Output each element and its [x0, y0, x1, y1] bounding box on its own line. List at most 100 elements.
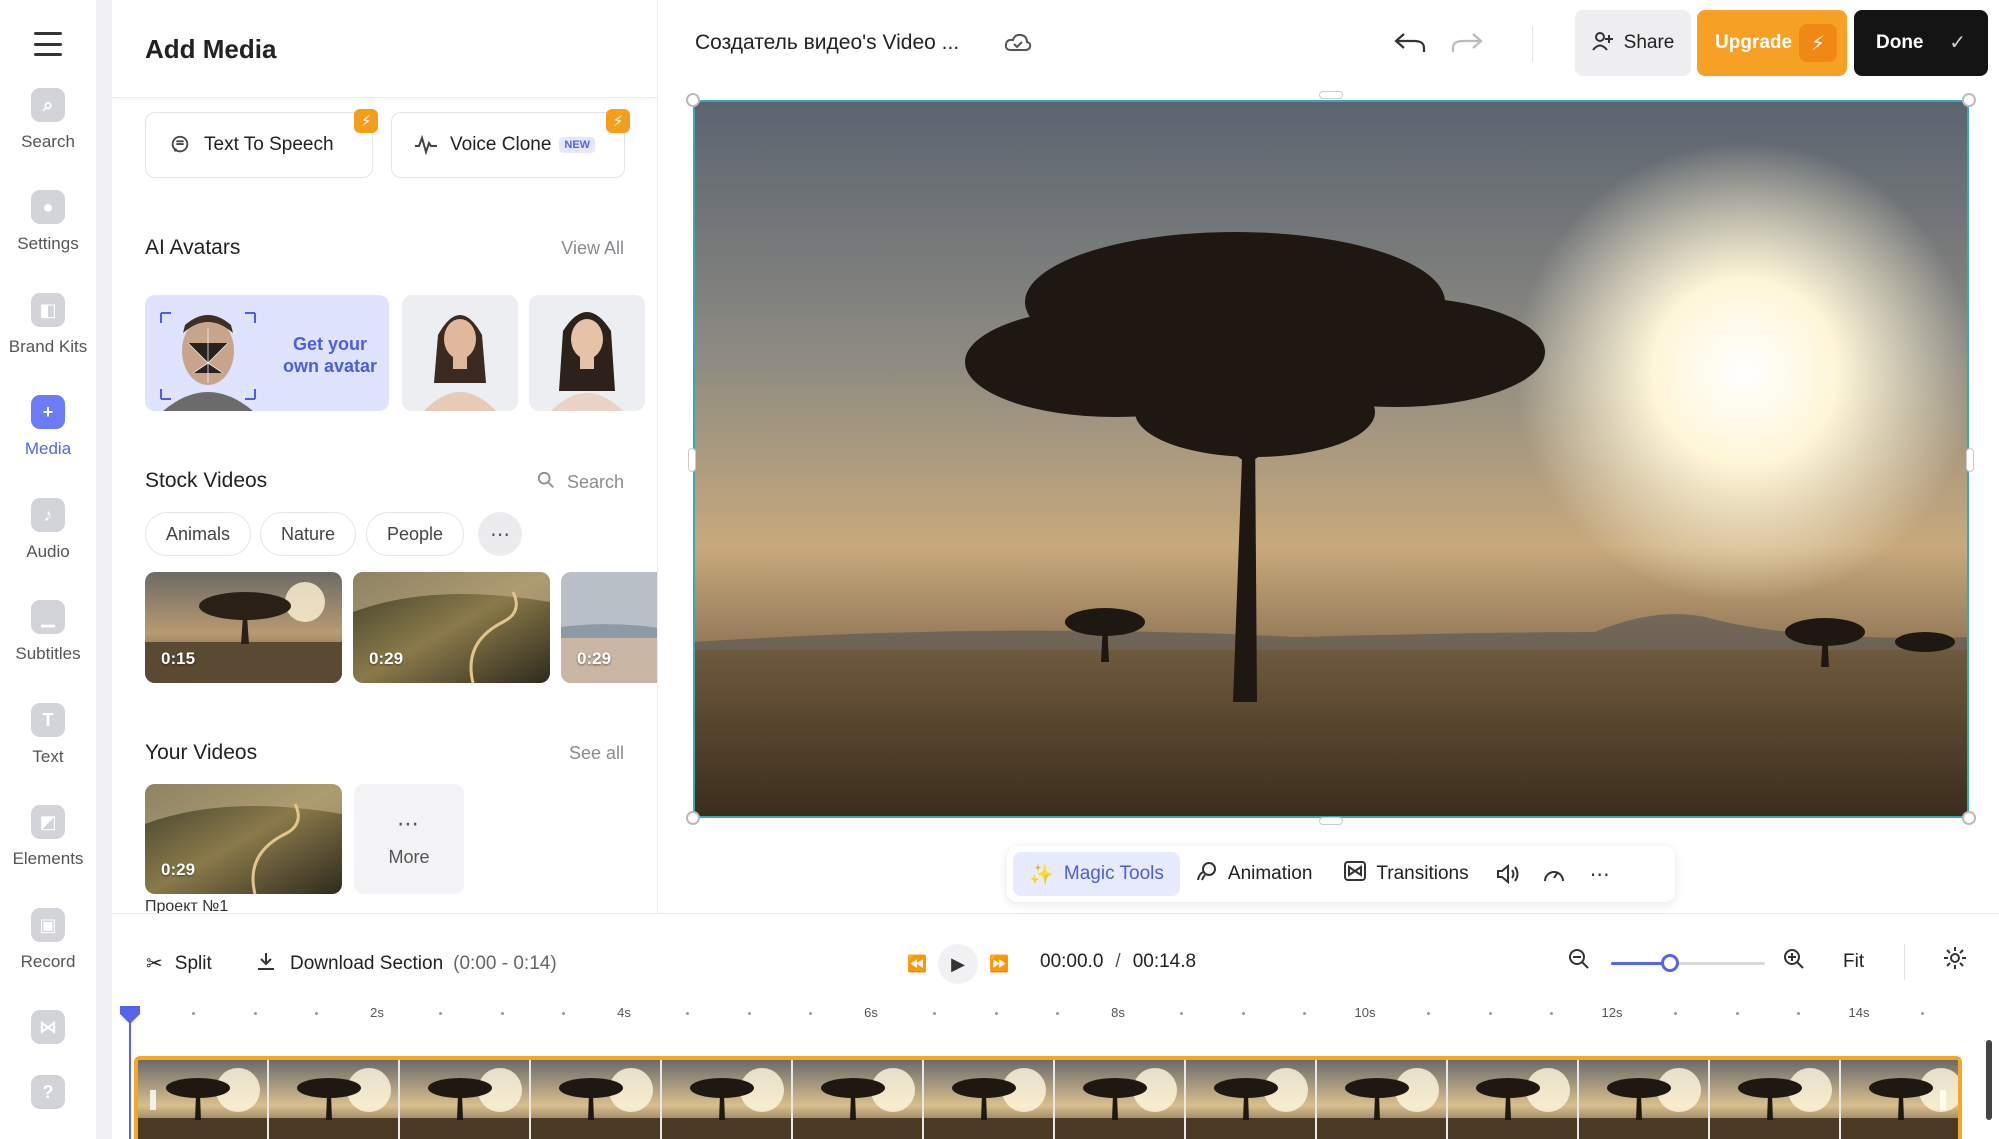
project-title[interactable]: Создатель видео's Video ...: [695, 31, 959, 55]
rail-item-search[interactable]: ⌕ Search: [0, 88, 96, 178]
resize-handle-top[interactable]: [1319, 91, 1343, 99]
resize-handle-right[interactable]: [1966, 448, 1974, 472]
zoom-slider[interactable]: [1611, 954, 1765, 972]
ruler-tick-label: 2s: [370, 1005, 384, 1020]
thumb-duration: 0:15: [161, 649, 196, 668]
stock-video-thumb-2[interactable]: 0:29: [353, 572, 550, 683]
zoom-out-icon[interactable]: [1568, 948, 1590, 976]
your-videos-see-all-link[interactable]: See all: [569, 743, 624, 764]
record-icon: ▣: [31, 908, 65, 942]
subtitles-icon: ▁: [31, 600, 65, 634]
rail-item-label: Elements: [12, 849, 84, 868]
stock-video-thumb-1[interactable]: 0:15: [145, 572, 342, 683]
filter-chip-nature[interactable]: Nature: [260, 512, 357, 556]
animation-button[interactable]: Animation: [1180, 852, 1329, 896]
avatar-card-2[interactable]: [529, 295, 645, 411]
fast-forward-icon[interactable]: ⏩: [984, 946, 1014, 982]
ruler-tick-label: 4s: [617, 1005, 631, 1020]
resize-handle-bottom[interactable]: [1319, 817, 1343, 825]
left-rail: ⌕ Search ● Settings ◧ Brand Kits + Media ♪ Audio ▁…: [0, 0, 96, 1139]
thumb-duration: 0:29: [161, 860, 196, 879]
more-filters-icon[interactable]: ⋯: [478, 512, 522, 556]
vertical-scrollbar[interactable]: [1986, 1040, 1992, 1120]
video-track-clip[interactable]: [134, 1056, 1962, 1139]
video-preview-canvas[interactable]: [693, 100, 1969, 818]
rail-item-help[interactable]: ?: [0, 1075, 96, 1139]
ai-avatars-title: AI Avatars: [145, 236, 241, 259]
hamburger-menu-icon[interactable]: [34, 32, 62, 56]
thumb-duration: 0:29: [577, 649, 612, 668]
timeline-ruler[interactable]: 0s2s4s6s8s10s12s14s: [123, 1005, 1940, 1035]
resize-handle-bottom-right[interactable]: [1962, 811, 1976, 825]
share-button[interactable]: Share: [1575, 10, 1691, 76]
fit-button[interactable]: Fit: [1843, 951, 1864, 973]
premium-bolt-icon: ⚡: [606, 109, 630, 133]
topbar-divider: [1532, 26, 1533, 62]
magic-tools-button[interactable]: ✨ Magic Tools: [1013, 852, 1180, 896]
voice-clone-button[interactable]: Voice Clone NEW ⚡: [391, 109, 630, 178]
undo-icon[interactable]: [1394, 30, 1426, 61]
rail-item-elements[interactable]: ◩ Elements: [0, 805, 96, 895]
ruler-tick-label: 6s: [864, 1005, 878, 1020]
waveform-icon: [414, 133, 438, 157]
cloud-sync-icon: [1004, 33, 1032, 51]
resize-handle-bottom-left[interactable]: [686, 811, 700, 825]
rail-item-audio[interactable]: ♪ Audio: [0, 498, 96, 588]
new-badge: NEW: [559, 137, 596, 153]
rail-item-subtitles[interactable]: ▁ Subtitles: [0, 600, 96, 690]
upgrade-button[interactable]: Upgrade ⚡: [1697, 10, 1847, 76]
ruler-tick-label: 10s: [1354, 1005, 1376, 1020]
redo-icon[interactable]: [1451, 30, 1483, 61]
playhead[interactable]: [118, 1004, 142, 1139]
elements-icon: ◩: [31, 805, 65, 839]
check-icon: ✓: [1949, 32, 1966, 54]
volume-icon[interactable]: [1485, 852, 1531, 896]
download-section-button[interactable]: Download Section (0:00 - 0:14): [256, 951, 557, 977]
resize-handle-top-left[interactable]: [686, 93, 700, 107]
split-label: Split: [174, 952, 212, 974]
ruler-tick-dot: [1797, 1012, 1801, 1015]
play-icon[interactable]: ▶: [938, 944, 978, 984]
text-to-speech-label: Text To Speech: [204, 134, 334, 155]
rail-item-text[interactable]: T Text: [0, 703, 96, 793]
stock-video-thumb-3[interactable]: 0:29: [561, 572, 657, 683]
share-label: Share: [1623, 32, 1675, 53]
stock-videos-search[interactable]: Search: [537, 471, 624, 494]
more-videos-button[interactable]: ⋯ More: [354, 784, 464, 894]
filter-chip-people[interactable]: People: [366, 512, 465, 556]
zoom-slider-knob[interactable]: [1660, 954, 1679, 972]
rewind-icon[interactable]: ⏪: [902, 946, 932, 982]
ruler-tick-dot: [932, 1012, 936, 1015]
text-to-speech-button[interactable]: Text To Speech ⚡: [145, 109, 378, 178]
speed-gauge-icon[interactable]: [1531, 852, 1577, 896]
top-bar: Создатель видео's Video ... Share Upgrad…: [658, 0, 1999, 88]
rail-item-record[interactable]: ▣ Record: [0, 908, 96, 998]
download-range: (0:00 - 0:14): [453, 953, 557, 974]
ruler-tick-label: 8s: [1111, 1005, 1125, 1020]
split-button[interactable]: ✂ Split: [146, 951, 212, 976]
filter-chip-animals[interactable]: Animals: [145, 512, 252, 556]
rail-item-media[interactable]: + Media: [0, 395, 96, 485]
more-options-icon[interactable]: ⋯: [1577, 852, 1623, 896]
resize-handle-top-right[interactable]: [1962, 93, 1976, 107]
done-button[interactable]: Done ✓: [1854, 10, 1988, 76]
your-video-thumb-1[interactable]: 0:29: [145, 784, 342, 894]
media-panel: Add Media Text To Speech ⚡ Voice Clone N…: [112, 0, 658, 913]
resize-handle-left[interactable]: [688, 448, 696, 472]
search-icon: [537, 471, 555, 494]
stock-videos-search-label: Search: [566, 472, 624, 492]
time-display: 00:00.0 / 00:14.8: [1040, 951, 1196, 973]
ruler-tick-dot: [1056, 1012, 1060, 1015]
get-own-avatar-card[interactable]: Get your own avatar: [145, 295, 389, 411]
avatar-card-1[interactable]: [402, 295, 518, 411]
ruler-tick-label: 14s: [1848, 1005, 1870, 1020]
gear-icon[interactable]: [1943, 946, 1967, 977]
rail-item-settings[interactable]: ● Settings: [0, 190, 96, 280]
ai-avatars-view-all-link[interactable]: View All: [561, 238, 624, 259]
transitions-button[interactable]: Transitions: [1328, 852, 1484, 896]
animation-label: Animation: [1227, 863, 1313, 884]
ruler-tick-dot: [500, 1012, 504, 1015]
rail-item-brand-kits[interactable]: ◧ Brand Kits: [0, 293, 96, 383]
zoom-in-icon[interactable]: [1783, 948, 1805, 976]
avatar-woman-2-image: [529, 295, 645, 411]
